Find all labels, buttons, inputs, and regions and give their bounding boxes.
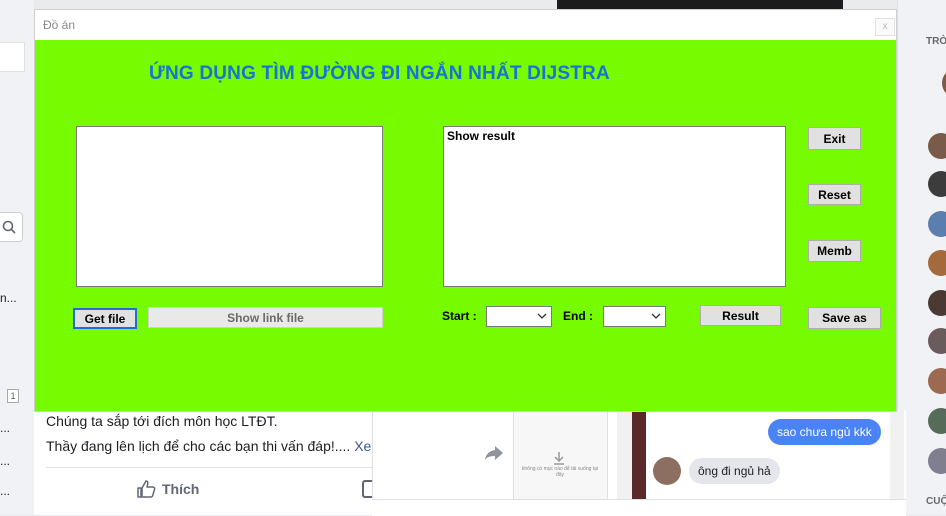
avatar[interactable] [928, 250, 946, 276]
share-arrow-icon[interactable] [483, 444, 505, 462]
show-link-file-button[interactable]: Show link file [148, 307, 383, 328]
members-button[interactable]: Memb [808, 240, 861, 262]
chevron-down-icon [651, 313, 661, 319]
window-title: Đồ án [43, 18, 76, 32]
reset-button[interactable]: Reset [808, 184, 861, 205]
left-column-text: n... [0, 291, 17, 305]
get-file-button[interactable]: Get file [73, 308, 137, 329]
left-column [0, 0, 34, 515]
bottom-bar [372, 499, 906, 516]
page-number-badge: 1 [7, 389, 19, 403]
result-button[interactable]: Result [700, 305, 781, 326]
left-panel-box [0, 42, 25, 72]
avatar[interactable] [942, 68, 946, 98]
save-as-button[interactable]: Save as [808, 307, 881, 329]
app-heading: ỨNG DỤNG TÌM ĐƯỜNG ĐI NGẮN NHẤT DIJSTRA [149, 63, 610, 84]
thumbs-up-icon [137, 480, 156, 498]
avatar[interactable] [928, 171, 946, 197]
download-icon [554, 452, 564, 465]
left-column-text: ... [0, 421, 11, 435]
end-label: End : [563, 309, 593, 323]
search-icon [2, 220, 16, 234]
avatar [653, 457, 681, 485]
divider [46, 467, 372, 468]
post-text-line: Chúng ta sắp tới đích môn học LTĐT. [46, 413, 278, 429]
sidebar-heading: TRÒ [926, 36, 946, 47]
start-label: Start : [442, 309, 477, 323]
thumbnail-caption: không có mục nào để tải xuống tại đây [521, 466, 599, 478]
avatar[interactable] [928, 408, 946, 434]
chat-scrollbar[interactable] [890, 410, 904, 500]
post-text: Thầy đang lên lịch để cho các bạn thi vấ… [46, 438, 355, 454]
chevron-down-icon [537, 313, 547, 319]
form-client-area: ỨNG DỤNG TÌM ĐƯỜNG ĐI NGẮN NHẤT DIJSTRA … [35, 40, 896, 411]
see-more-link[interactable]: Xe [354, 438, 371, 454]
avatar[interactable] [928, 448, 946, 474]
post-text-line: Thầy đang lên lịch để cho các bạn thi vấ… [46, 438, 371, 454]
chat-message-received: ông đi ngủ hả [689, 458, 780, 484]
app-window: Đồ án x ỨNG DỤNG TÌM ĐƯỜNG ĐI NGẮN NHẤT … [35, 10, 896, 411]
search-box[interactable] [0, 212, 23, 242]
start-node-select[interactable] [486, 306, 552, 327]
result-textbox[interactable]: Show result [443, 126, 786, 287]
chat-message-sent: sao chưa ngủ kkk [768, 419, 881, 445]
title-bar: Đồ án x [35, 10, 896, 40]
graph-input-textbox[interactable] [76, 126, 383, 287]
video-thumbnail [557, 0, 843, 10]
scrollbar[interactable] [617, 410, 632, 500]
like-label: Thích [162, 481, 200, 497]
left-column-text: ... [0, 484, 11, 498]
left-column-text: ... [0, 454, 11, 468]
exit-button[interactable]: Exit [808, 127, 861, 150]
sidebar-heading: CUỘ [926, 496, 946, 507]
close-button[interactable]: x [875, 18, 895, 36]
avatar[interactable] [928, 133, 946, 159]
avatar[interactable] [928, 328, 946, 354]
avatar[interactable] [928, 290, 946, 316]
avatar[interactable] [928, 211, 946, 237]
like-button[interactable]: Thích [136, 480, 199, 498]
download-thumbnail[interactable] [513, 410, 608, 500]
avatar[interactable] [928, 368, 946, 394]
end-node-select[interactable] [603, 306, 666, 327]
